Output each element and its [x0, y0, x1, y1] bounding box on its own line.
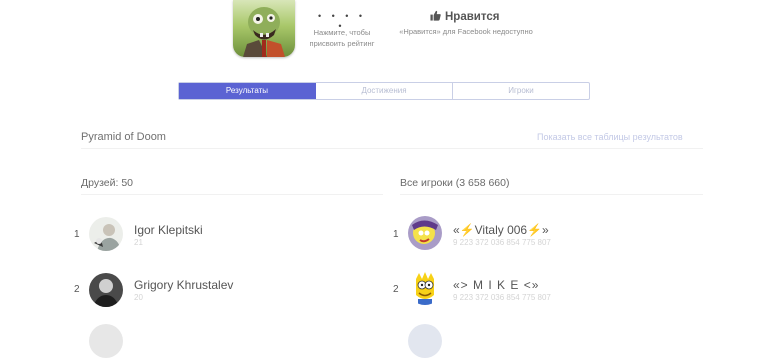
- game-app-icon: [233, 0, 295, 57]
- list-item[interactable]: 1 «⚡Vitaly 006⚡» 9 223 372 036 854 775 8…: [393, 213, 703, 253]
- player-rank: 1: [74, 229, 80, 240]
- player-score: 21: [134, 238, 143, 247]
- divider: [81, 148, 703, 149]
- show-all-leaderboards-link[interactable]: Показать все таблицы результатов: [537, 132, 683, 142]
- player-rank: 2: [393, 284, 399, 295]
- player-rank: 1: [393, 229, 399, 240]
- list-item[interactable]: 1 Igor Klepitski 21: [74, 213, 374, 253]
- player-name: Grigory Khrustalev: [134, 278, 234, 292]
- avatar: [408, 271, 442, 305]
- player-name: «> M I K E <»: [453, 278, 540, 292]
- tab-bar: Результаты Достижения Игроки: [178, 82, 590, 100]
- avatar: [89, 273, 123, 307]
- player-score: 9 223 372 036 854 775 807: [453, 293, 551, 302]
- friends-heading: Друзей: 50: [81, 177, 133, 189]
- player-name: Igor Klepitski: [134, 223, 203, 237]
- avatar: [408, 324, 442, 358]
- rate-prompt-line1: Нажмите, чтобы: [313, 28, 371, 37]
- divider: [400, 194, 703, 195]
- avatar: [89, 324, 123, 358]
- tab-players[interactable]: Игроки: [453, 83, 589, 99]
- tab-results[interactable]: Результаты: [179, 83, 316, 99]
- player-rank: 2: [74, 284, 80, 295]
- player-score: 9 223 372 036 854 775 807: [453, 238, 551, 247]
- like-label: Нравится: [445, 11, 500, 23]
- avatar: [408, 216, 442, 250]
- like-unavailable-note: «Нравится» для Facebook недоступно: [399, 27, 533, 36]
- all-players-heading: Все игроки (3 658 660): [400, 177, 510, 189]
- divider: [81, 194, 383, 195]
- list-item[interactable]: 2 «> M I K E <» 9 223 372 036 854 775 80…: [393, 270, 703, 310]
- list-item[interactable]: 2 Grigory Khrustalev 20: [74, 270, 374, 310]
- like-button[interactable]: Нравится: [430, 10, 499, 24]
- leaderboard-title: Pyramid of Doom: [81, 131, 166, 143]
- rate-prompt-line2: присвоить рейтинг: [309, 39, 375, 48]
- thumbs-up-icon: [430, 10, 441, 24]
- player-score: 20: [134, 293, 143, 302]
- avatar: [89, 217, 123, 251]
- tab-achievements[interactable]: Достижения: [316, 83, 453, 99]
- rate-prompt: Нажмите, чтобы присвоить рейтинг: [300, 27, 384, 49]
- player-name: «⚡Vitaly 006⚡»: [453, 223, 549, 237]
